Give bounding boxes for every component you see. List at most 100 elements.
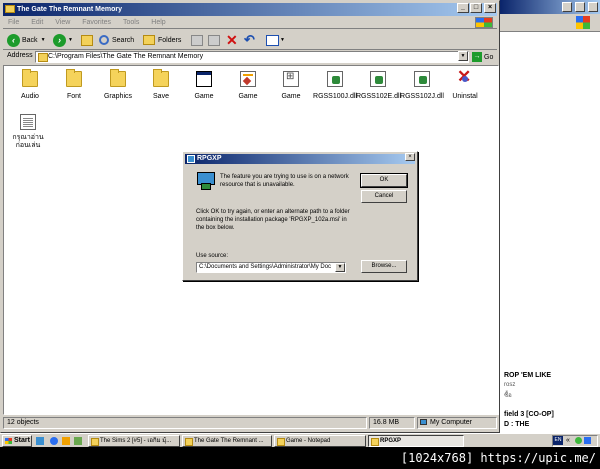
application-icon: [196, 71, 212, 87]
move-to-button[interactable]: [191, 32, 203, 48]
menu-help[interactable]: Help: [146, 16, 170, 29]
close-icon[interactable]: [588, 2, 598, 12]
bg-text-line: D : THE: [504, 421, 530, 428]
menu-file[interactable]: File: [3, 16, 24, 29]
copy-to-button[interactable]: [208, 32, 220, 48]
dll-icon: [327, 71, 343, 87]
total-size: 16.8 MB: [369, 417, 415, 429]
file-item-rgss102j[interactable]: RGSS102J.dll: [400, 71, 444, 100]
back-label: Back: [22, 36, 38, 44]
file-label: Save: [153, 93, 169, 100]
windows-flag-icon: [576, 16, 590, 29]
file-item-rgss100j[interactable]: RGSS100J.dll: [313, 71, 357, 100]
file-item-readme[interactable]: กรุณาอ่านก่อนเล่น: [6, 114, 50, 150]
bg-text-line: ROP 'EM LIKE: [504, 372, 552, 379]
move-to-icon: [191, 34, 203, 46]
undo-icon: ↶: [244, 32, 255, 47]
chevron-down-icon[interactable]: ▼: [280, 37, 285, 43]
background-window-titlebar[interactable]: [500, 0, 600, 14]
chevron-down-icon[interactable]: ▼: [458, 51, 468, 61]
dialog-title: RPGXP: [197, 155, 222, 162]
menu-edit[interactable]: Edit: [26, 16, 48, 29]
ie-quicklaunch-icon[interactable]: [50, 437, 58, 445]
source-label: Use source:: [196, 253, 229, 259]
folders-label: Folders: [158, 36, 182, 44]
file-item-graphics[interactable]: Graphics: [96, 69, 140, 100]
messenger-quicklaunch-icon[interactable]: [74, 437, 82, 445]
folder-icon: [5, 5, 15, 13]
volume-tray-icon[interactable]: [584, 437, 591, 444]
file-label: RGSS102E.dll: [356, 93, 402, 100]
file-item-game-exe[interactable]: Game: [182, 71, 226, 100]
bg-text-line: rosz: [504, 382, 516, 388]
chevron-down-icon[interactable]: ▼: [41, 37, 46, 43]
file-item-rgss102e[interactable]: RGSS102E.dll: [356, 71, 402, 100]
dialog-titlebar[interactable]: RPGXP: [185, 154, 415, 164]
delete-button[interactable]: ✕: [226, 32, 238, 48]
windows-flag-icon: [475, 17, 493, 28]
cancel-button[interactable]: Cancel: [361, 190, 407, 203]
location-zone: My Computer: [417, 417, 497, 429]
file-label: Font: [66, 93, 81, 100]
close-button[interactable]: ×: [484, 3, 496, 13]
location-label: My Computer: [430, 419, 473, 426]
computer-icon: [420, 419, 427, 425]
menu-favorites[interactable]: Favorites: [77, 16, 116, 29]
search-label: Search: [112, 36, 135, 44]
maximize-icon[interactable]: [575, 2, 585, 12]
file-item-game-project[interactable]: Game: [226, 71, 270, 100]
desktop-quicklaunch-icon[interactable]: [36, 437, 44, 445]
browse-button[interactable]: Browse...: [361, 260, 407, 273]
language-indicator[interactable]: EN: [553, 436, 563, 445]
media-quicklaunch-icon[interactable]: [62, 437, 70, 445]
go-button[interactable]: → Go: [472, 51, 493, 63]
menu-tools[interactable]: Tools: [118, 16, 144, 29]
address-input[interactable]: C:\Program Files\The Gate The Remnant Me…: [35, 51, 469, 63]
taskbar-item-explorer[interactable]: The Gate The Remnant ...: [182, 435, 272, 447]
taskbar-item-sims[interactable]: The Sims 2 [#5] - เอกิม มุ้...: [88, 435, 180, 447]
chevron-down-icon[interactable]: ▼: [335, 263, 345, 272]
menu-view[interactable]: View: [50, 16, 75, 29]
minimize-icon[interactable]: [562, 2, 572, 12]
dll-icon: [370, 71, 386, 87]
dialog-close-button[interactable]: ×: [405, 153, 415, 161]
back-button[interactable]: ‹ Back ▼: [7, 32, 46, 48]
start-button[interactable]: Start: [2, 435, 32, 447]
forward-arrow-icon: ›: [53, 33, 66, 47]
background-window[interactable]: ROP 'EM LIKE rosz ซื้อ field 3 [CO-OP] D…: [498, 0, 600, 433]
status-bar: 12 objects 16.8 MB My Computer: [3, 416, 497, 430]
forward-button[interactable]: › ▼: [53, 32, 73, 48]
views-button[interactable]: ▼: [266, 32, 285, 48]
maximize-button[interactable]: □: [470, 3, 482, 13]
undo-button[interactable]: ↶: [244, 32, 255, 48]
up-folder-button[interactable]: [81, 32, 93, 48]
ok-button[interactable]: OK: [360, 173, 408, 188]
copy-to-icon: [208, 34, 220, 46]
file-label: RGSS100J.dll: [313, 93, 357, 100]
search-button[interactable]: Search: [99, 32, 134, 48]
ini-file-icon: [283, 71, 299, 87]
source-input[interactable]: C:\Documents and Settings\Administrator\…: [196, 262, 346, 273]
taskbar-item-notepad[interactable]: Game - Notepad: [274, 435, 366, 447]
file-label: Audio: [21, 93, 39, 100]
folders-button[interactable]: Folders: [143, 32, 181, 48]
file-label: Game: [238, 93, 258, 100]
file-label: Game: [194, 93, 214, 100]
network-tray-icon[interactable]: [575, 437, 582, 444]
views-icon: [266, 34, 279, 46]
rpgxp-dialog: RPGXP × The feature you are trying to us…: [182, 151, 418, 281]
bg-text-line: ซื้อ: [504, 393, 512, 399]
file-item-font[interactable]: Font: [52, 69, 96, 100]
file-item-game-ini[interactable]: Game: [269, 71, 313, 100]
folder-icon: [66, 69, 82, 87]
chevron-down-icon[interactable]: ▼: [68, 37, 73, 43]
file-item-save[interactable]: Save: [139, 69, 183, 100]
explorer-titlebar[interactable]: The Gate The Remnant Memory: [3, 3, 497, 16]
file-item-audio[interactable]: Audio: [8, 69, 52, 100]
menu-bar: File Edit View Favorites Tools Help: [3, 16, 497, 29]
file-item-uninstal[interactable]: Uninstal: [443, 67, 487, 100]
minimize-button[interactable]: _: [457, 3, 469, 13]
chevron-left-icon[interactable]: «: [566, 437, 573, 444]
taskbar-item-rpgxp[interactable]: RPGXP: [368, 435, 464, 447]
rpgxp-icon: [187, 155, 195, 163]
